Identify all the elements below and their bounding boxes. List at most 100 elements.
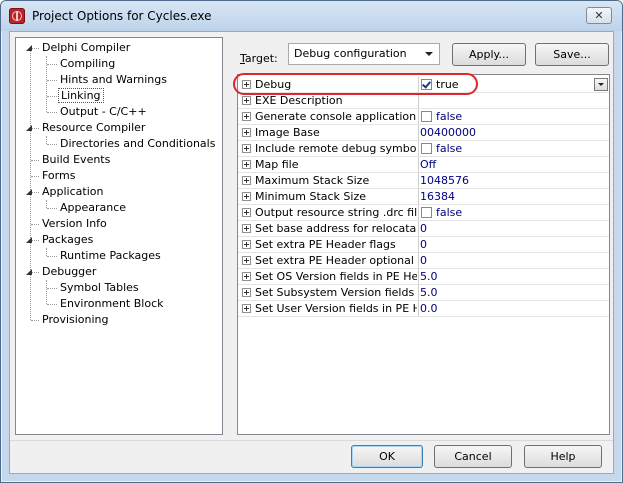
property-checkbox[interactable]	[421, 143, 432, 154]
property-value[interactable]: 5.0	[420, 285, 438, 300]
property-row[interactable]: Debug true	[238, 77, 609, 93]
property-checkbox[interactable]	[421, 111, 432, 122]
property-value[interactable]: false	[436, 141, 462, 156]
tree-guide-line	[31, 224, 39, 225]
tree-item[interactable]: Debugger	[40, 264, 98, 280]
tree-item[interactable]: Provisioning	[40, 312, 111, 328]
tree-item[interactable]: Linking	[58, 88, 104, 104]
tree-item[interactable]: Appearance	[58, 200, 128, 216]
property-value[interactable]: 1048576	[420, 173, 469, 188]
column-divider[interactable]	[418, 93, 419, 108]
property-grid[interactable]: Debug true EXE Description Generate console…	[237, 74, 610, 435]
expand-triangle-icon[interactable]	[26, 189, 32, 195]
property-value[interactable]: false	[436, 205, 462, 220]
tree-item[interactable]: Symbol Tables	[58, 280, 141, 296]
property-row[interactable]: Set OS Version fields in PE Header5.0	[238, 269, 609, 285]
expand-plus-icon[interactable]	[242, 256, 251, 265]
property-row[interactable]: Set extra PE Header optional flag:0	[238, 253, 609, 269]
expand-triangle-icon[interactable]	[26, 125, 32, 131]
column-divider[interactable]	[418, 205, 419, 220]
expand-plus-icon[interactable]	[242, 208, 251, 217]
expand-plus-icon[interactable]	[242, 112, 251, 121]
property-value[interactable]: 5.0	[420, 269, 438, 284]
tree-item[interactable]: Compiling	[58, 56, 117, 72]
property-name: Minimum Stack Size	[255, 190, 367, 203]
tree-item[interactable]: Packages	[40, 232, 95, 248]
expand-plus-icon[interactable]	[242, 304, 251, 313]
column-divider[interactable]	[418, 141, 419, 156]
expand-triangle-icon[interactable]	[26, 269, 32, 275]
tree-item[interactable]: Delphi Compiler	[40, 40, 132, 56]
property-row[interactable]: Map file Off	[238, 157, 609, 173]
tree-item[interactable]: Version Info	[40, 216, 109, 232]
close-button[interactable]: ✕	[586, 7, 612, 24]
property-row[interactable]: Set base address for relocatable i0	[238, 221, 609, 237]
expand-plus-icon[interactable]	[242, 240, 251, 249]
tree-guide-line	[47, 144, 57, 145]
tree-item[interactable]: Runtime Packages	[58, 248, 163, 264]
column-divider[interactable]	[418, 301, 419, 316]
property-row[interactable]: Set extra PE Header flags 0	[238, 237, 609, 253]
tree-item[interactable]: Resource Compiler	[40, 120, 147, 136]
expand-triangle-icon[interactable]	[26, 45, 32, 51]
column-divider[interactable]	[418, 125, 419, 140]
tree-item[interactable]: Directories and Conditionals	[58, 136, 217, 152]
expand-plus-icon[interactable]	[242, 128, 251, 137]
save-button[interactable]: Save...	[535, 43, 609, 66]
column-divider[interactable]	[418, 77, 419, 92]
column-divider[interactable]	[418, 269, 419, 284]
property-row[interactable]: Maximum Stack Size 1048576	[238, 173, 609, 189]
expand-plus-icon[interactable]	[242, 224, 251, 233]
expand-plus-icon[interactable]	[242, 176, 251, 185]
options-tree[interactable]: Delphi Compiler Compiling Hints and Warnin…	[15, 37, 223, 435]
property-value[interactable]: Off	[420, 157, 436, 172]
property-row[interactable]: Image Base 00400000	[238, 125, 609, 141]
property-value[interactable]: true	[436, 77, 459, 92]
property-row[interactable]: Minimum Stack Size 16384	[238, 189, 609, 205]
column-divider[interactable]	[418, 237, 419, 252]
tree-item[interactable]: Output - C/C++	[58, 104, 149, 120]
property-checkbox[interactable]	[421, 79, 432, 90]
column-divider[interactable]	[418, 253, 419, 268]
property-row[interactable]: Set User Version fields in PE Head0.0	[238, 301, 609, 317]
property-value[interactable]: 00400000	[420, 125, 476, 140]
property-value[interactable]: 0	[420, 237, 427, 252]
property-value[interactable]: 0.0	[420, 301, 438, 316]
column-divider[interactable]	[418, 173, 419, 188]
ok-button[interactable]: OK	[351, 445, 423, 468]
tree-item[interactable]: Application	[40, 184, 105, 200]
column-divider[interactable]	[418, 285, 419, 300]
chevron-down-icon[interactable]	[594, 78, 608, 91]
column-divider[interactable]	[418, 189, 419, 204]
apply-button[interactable]: Apply...	[452, 43, 526, 66]
property-row[interactable]: Set Subsystem Version fields in PE5.0	[238, 285, 609, 301]
property-checkbox[interactable]	[421, 207, 432, 218]
column-divider[interactable]	[418, 221, 419, 236]
expand-plus-icon[interactable]	[242, 272, 251, 281]
property-value[interactable]: 16384	[420, 189, 455, 204]
property-row[interactable]: Output resource string .drc file false	[238, 205, 609, 221]
tree-item[interactable]: Forms	[40, 168, 77, 184]
column-divider[interactable]	[418, 109, 419, 124]
expand-plus-icon[interactable]	[242, 80, 251, 89]
tree-item[interactable]: Environment Block	[58, 296, 166, 312]
expand-plus-icon[interactable]	[242, 144, 251, 153]
property-value[interactable]: 0	[420, 221, 427, 236]
expand-plus-icon[interactable]	[242, 96, 251, 105]
tree-item[interactable]: Hints and Warnings	[58, 72, 169, 88]
property-value[interactable]: false	[436, 109, 462, 124]
expand-triangle-icon[interactable]	[26, 237, 32, 243]
target-config-select[interactable]: Debug configuration	[288, 43, 440, 65]
property-row[interactable]: Include remote debug symbols false	[238, 141, 609, 157]
cancel-button[interactable]: Cancel	[434, 445, 512, 468]
title-bar[interactable]: Project Options for Cycles.exe ✕	[1, 1, 622, 31]
property-row[interactable]: EXE Description	[238, 93, 609, 109]
expand-plus-icon[interactable]	[242, 288, 251, 297]
expand-plus-icon[interactable]	[242, 192, 251, 201]
tree-item[interactable]: Build Events	[40, 152, 112, 168]
expand-plus-icon[interactable]	[242, 160, 251, 169]
property-value[interactable]: 0	[420, 253, 427, 268]
property-row[interactable]: Generate console application false	[238, 109, 609, 125]
column-divider[interactable]	[418, 157, 419, 172]
help-button[interactable]: Help	[524, 445, 602, 468]
